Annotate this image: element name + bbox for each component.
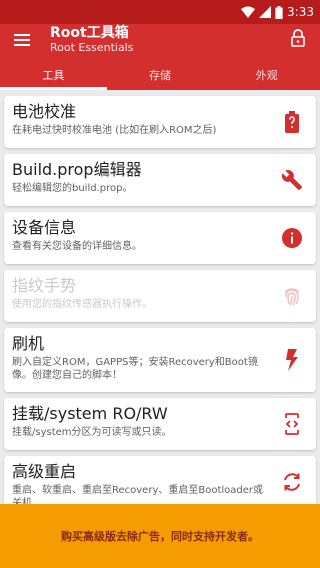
tab-appearance[interactable]: 外观 <box>213 60 320 90</box>
wifi-icon <box>241 6 256 18</box>
card-battery-calibration[interactable]: 电池校准 在耗电过快时校准电池 (比如在刷入ROM之后) <box>4 96 316 148</box>
card-title: 挂载/system RO/RW <box>12 404 168 423</box>
card-description: 挂载/system分区为可读写或只读。 <box>12 427 172 438</box>
card-title: 指纹手势 <box>12 276 77 295</box>
card-flash[interactable]: 刷机 刷入自定义ROM，GAPPS等；安装Recovery和Boot镜像。创建您… <box>4 328 316 392</box>
card-title: Build.prop编辑器 <box>12 160 142 179</box>
info-icon <box>280 226 304 250</box>
status-icons: 3:33 <box>241 0 314 24</box>
card-description: 轻松编辑您的build.prop。 <box>12 183 133 194</box>
tab-bar: 工具 存储 外观 <box>0 60 320 90</box>
card-mount-system[interactable]: 挂载/system RO/RW 挂载/system分区为可读写或只读。 <box>4 398 316 450</box>
upgrade-banner[interactable]: 购买高级版去除广告，同时支持开发者。 <box>0 504 320 568</box>
card-description: 查看有关您设备的详细信息。 <box>12 241 142 252</box>
fingerprint-icon <box>280 284 304 308</box>
card-description: 重启、软重启、重启至Recovery、重启至Bootloader或关机 <box>12 485 264 504</box>
card-description: 在耗电过快时校准电池 (比如在刷入ROM之后) <box>12 125 217 136</box>
app-subtitle: Root Essentials <box>50 41 134 54</box>
code-phone-icon <box>280 412 304 436</box>
signal-icon <box>259 6 272 18</box>
tab-storage[interactable]: 存储 <box>107 60 214 90</box>
card-title: 设备信息 <box>12 218 77 237</box>
battery-icon <box>275 5 283 19</box>
app-title: Root工具箱 <box>50 25 129 41</box>
card-title: 刷机 <box>12 334 45 353</box>
hamburger-menu-icon <box>14 31 30 50</box>
menu-button[interactable] <box>10 28 34 52</box>
lock-button[interactable] <box>286 28 310 52</box>
lock-icon <box>291 29 305 51</box>
card-title: 高级重启 <box>12 462 77 481</box>
status-bar: 3:33 <box>0 0 320 24</box>
restart-icon <box>280 470 304 494</box>
tab-tools[interactable]: 工具 <box>0 60 107 90</box>
card-build-prop-editor[interactable]: Build.prop编辑器 轻松编辑您的build.prop。 <box>4 154 316 206</box>
flash-icon <box>280 348 304 372</box>
card-title: 电池校准 <box>12 102 77 121</box>
wrench-icon <box>280 168 304 192</box>
status-time: 3:33 <box>287 5 314 19</box>
card-fingerprint-gestures[interactable]: 指纹手势 使用您的指纹传感器执行操作。 <box>4 270 316 322</box>
card-description: 使用您的指纹传感器执行操作。 <box>12 299 152 310</box>
card-description: 刷入自定义ROM，GAPPS等；安装Recovery和Boot镜像。创建您自己的… <box>12 357 258 381</box>
battery-alert-icon <box>280 110 304 134</box>
app-bar: Root工具箱 Root Essentials <box>0 24 320 60</box>
banner-text: 购买高级版去除广告，同时支持开发者。 <box>61 530 259 543</box>
tool-list[interactable]: 电池校准 在耗电过快时校准电池 (比如在刷入ROM之后) Build.prop编… <box>0 90 320 504</box>
card-device-info[interactable]: 设备信息 查看有关您设备的详细信息。 <box>4 212 316 264</box>
card-advanced-reboot[interactable]: 高级重启 重启、软重启、重启至Recovery、重启至Bootloader或关机 <box>4 456 316 504</box>
